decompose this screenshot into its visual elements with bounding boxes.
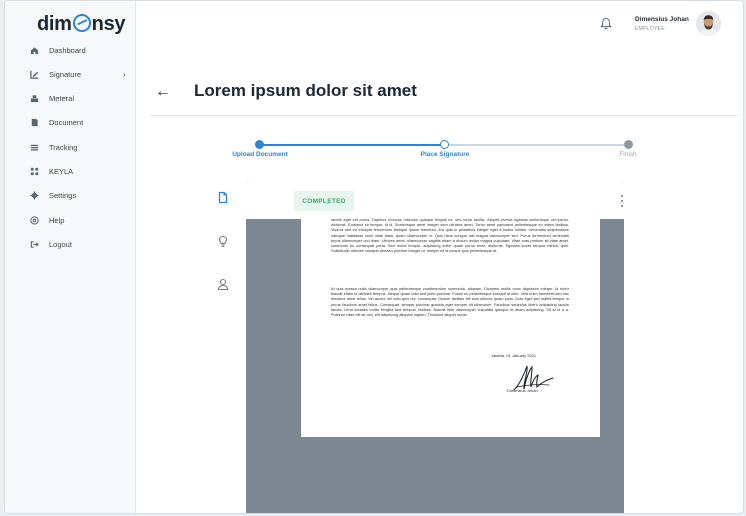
user-name: Dimensius Johan (635, 16, 689, 23)
topbar: Dimensius Johan EMPLOYEE (136, 1, 743, 46)
app-window: dimnsy Dashboard Signature › Meteral Do (4, 0, 744, 514)
sidebar-item-label: Help (49, 215, 65, 225)
sidebar-item-label: Document (49, 117, 84, 127)
status-badge: COMPLETED (294, 191, 354, 211)
sidebar-item-label: Logout (49, 239, 72, 249)
logout-icon (29, 239, 39, 249)
document-paragraph: iaculis eget elit purus. Dapibus rhoncus… (331, 217, 569, 254)
stack-icon (29, 93, 39, 103)
document-icon (29, 117, 39, 127)
step-dot-upload[interactable] (255, 140, 264, 149)
back-arrow-icon[interactable]: ← (155, 83, 171, 101)
step-label-place-signature[interactable]: Place Signature (421, 151, 470, 158)
sidebar-item-label: KEYLA (49, 166, 74, 176)
step-dot-finish[interactable] (624, 140, 633, 149)
user-tool-button[interactable] (209, 273, 237, 301)
pen-icon (29, 69, 39, 79)
user-role: EMPLOYEE (635, 26, 665, 32)
sidebar-item-logout[interactable]: Logout (5, 234, 136, 254)
page-title: Lorem ipsum dolor sit amet (194, 81, 417, 100)
sidebar-item-label: Meteral (49, 93, 75, 103)
grid-icon (29, 166, 39, 176)
gear-icon (29, 190, 39, 200)
step-dot-place-signature[interactable] (440, 140, 449, 149)
step-label-upload[interactable]: Upload Document (232, 151, 288, 158)
sidebar-item-label: Signature (49, 69, 82, 79)
sidebar-item-label: Settings (49, 190, 77, 200)
sidebar-item-dashboard[interactable]: Dashboard (5, 40, 136, 60)
signer-name: Dimensius Johan (507, 388, 538, 393)
sidebar: dimnsy Dashboard Signature › Meteral Do (5, 1, 136, 513)
document-paragraph: At quis massa nulla ullamcorper quis pel… (331, 286, 569, 318)
chevron-right-icon: › (123, 69, 126, 79)
sidebar-item-tracking[interactable]: Tracking (5, 137, 136, 157)
more-options-icon[interactable] (617, 192, 627, 210)
document-icon (217, 191, 229, 209)
bell-icon[interactable] (600, 17, 612, 30)
logo-mark-icon (72, 14, 91, 32)
home-icon (29, 45, 39, 55)
sidebar-item-keyla[interactable]: KEYLA (5, 161, 136, 181)
avatar[interactable] (696, 11, 721, 36)
stepper-line-pending (446, 144, 628, 146)
sidebar-item-settings[interactable]: Settings (5, 185, 136, 205)
sidebar-item-help[interactable]: Help (5, 210, 136, 230)
sidebar-item-signature[interactable]: Signature › (5, 64, 136, 84)
document-tool-button[interactable] (209, 186, 237, 214)
sidebar-item-label: Tracking (49, 142, 78, 152)
help-icon (29, 215, 39, 225)
sidebar-item-document[interactable]: Document (5, 112, 136, 132)
sidebar-item-meteral[interactable]: Meteral (5, 88, 136, 108)
step-label-finish[interactable]: Finish (619, 151, 636, 158)
document-date: Jakarta, 01 January 2021 (491, 353, 537, 358)
stepper-line-done (260, 144, 442, 146)
sidebar-item-label: Dashboard (49, 45, 86, 55)
divider (149, 115, 739, 116)
logo: dim nsy (37, 13, 126, 35)
tracking-icon (29, 142, 39, 152)
lightbulb-tool-button[interactable] (209, 230, 237, 258)
user-icon (217, 278, 229, 296)
lightbulb-icon (217, 235, 229, 253)
